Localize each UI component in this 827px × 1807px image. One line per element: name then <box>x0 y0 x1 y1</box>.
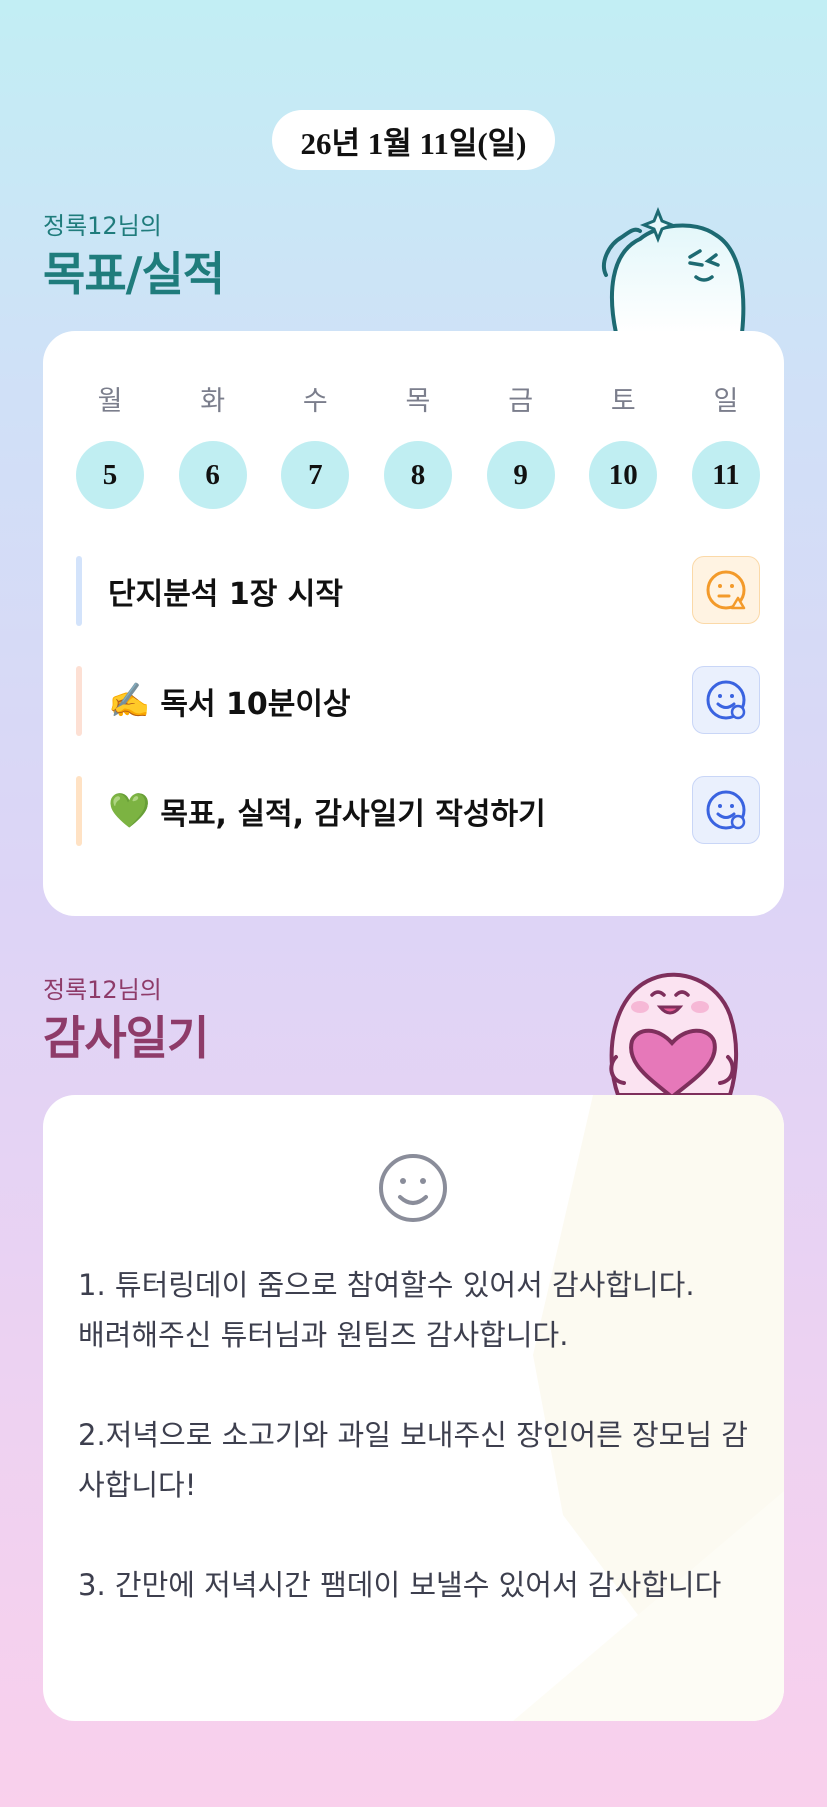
goals-card: 월 화 수 목 금 토 일 5 6 7 8 9 10 11 단지분석 1장 시작 <box>43 331 784 916</box>
day-row: 5 6 7 8 9 10 11 <box>76 441 760 509</box>
day-button[interactable]: 5 <box>76 441 144 509</box>
goal-text-wrap: 💚 목표, 실적, 감사일기 작성하기 <box>108 789 546 833</box>
goals-title: 목표/실적 <box>43 247 225 301</box>
face-circle-icon <box>706 680 746 720</box>
ghost-mascot-icon <box>602 206 746 335</box>
goal-color-bar <box>76 776 82 846</box>
weekday-row: 월 화 수 목 금 토 일 <box>76 379 760 418</box>
goal-item[interactable]: 단지분석 1장 시작 <box>76 556 760 626</box>
diary-title: 감사일기 <box>43 1011 209 1065</box>
date-text: 26년 1월 11일(일) <box>300 125 527 161</box>
weekday-label: 월 <box>97 386 123 417</box>
day-button[interactable]: 6 <box>178 441 247 509</box>
goals-subtitle: 정록12님의 <box>43 212 162 240</box>
date-pill: 26년 1월 11일(일) <box>272 110 555 170</box>
weekday-label: 일 <box>713 386 739 417</box>
day-button[interactable]: 10 <box>589 441 658 509</box>
weekday-label: 토 <box>610 386 636 417</box>
goal-item[interactable]: ✍️ 독서 10분이상 <box>76 666 760 736</box>
goal-text: 목표, 실적, 감사일기 작성하기 <box>160 797 546 832</box>
goal-text-wrap: 단지분석 1장 시작 <box>108 569 343 613</box>
weekday-label: 수 <box>302 386 328 417</box>
goal-color-bar <box>76 556 82 626</box>
diary-card: 1. 튜터링데이 줌으로 참여할수 있어서 감사합니다. 배려해주신 튜터님과 … <box>43 1095 784 1721</box>
weekday-label: 금 <box>508 386 534 417</box>
goal-text: 독서 10분이상 <box>160 687 351 722</box>
face-circle-icon <box>706 790 746 830</box>
diary-text: 1. 튜터링데이 줌으로 참여할수 있어서 감사합니다. 배려해주신 튜터님과 … <box>78 1268 748 1602</box>
goal-text: 단지분석 1장 시작 <box>108 577 343 612</box>
day-button[interactable]: 9 <box>486 441 555 509</box>
day-button[interactable]: 7 <box>281 441 350 509</box>
goal-status-button[interactable] <box>692 776 760 844</box>
goal-emoji: 💚 <box>108 791 151 831</box>
weekday-label: 목 <box>405 386 431 417</box>
goal-color-bar <box>76 666 82 736</box>
goal-item[interactable]: 💚 목표, 실적, 감사일기 작성하기 <box>76 776 760 846</box>
heart-mascot-icon <box>609 972 739 1097</box>
goal-text-wrap: ✍️ 독서 10분이상 <box>108 679 351 723</box>
goal-status-button[interactable] <box>692 666 760 734</box>
smiley-face-icon <box>379 1154 447 1222</box>
day-button[interactable]: 11 <box>691 441 760 509</box>
day-button[interactable]: 8 <box>383 441 452 509</box>
goal-status-button[interactable] <box>692 556 760 624</box>
weekday-label: 화 <box>200 386 226 417</box>
diary-subtitle: 정록12님의 <box>43 976 162 1004</box>
face-triangle-icon <box>706 570 746 610</box>
goal-emoji: ✍️ <box>108 681 151 721</box>
